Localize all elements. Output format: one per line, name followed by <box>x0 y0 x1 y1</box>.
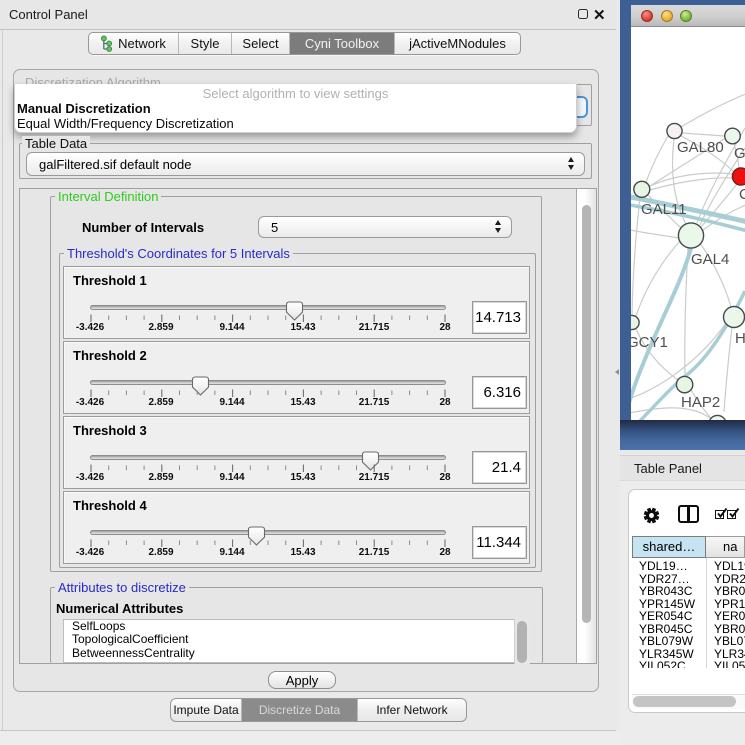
svg-text:GAL80: GAL80 <box>677 139 724 156</box>
svg-text:HAP2: HAP2 <box>681 394 720 411</box>
svg-text:C: C <box>739 186 745 203</box>
svg-text:GAL4: GAL4 <box>691 251 729 268</box>
svg-text:H: H <box>735 330 745 347</box>
svg-text:GA: GA <box>734 145 745 162</box>
svg-text:GCY1: GCY1 <box>631 334 668 351</box>
svg-text:GAL11: GAL11 <box>641 201 687 218</box>
